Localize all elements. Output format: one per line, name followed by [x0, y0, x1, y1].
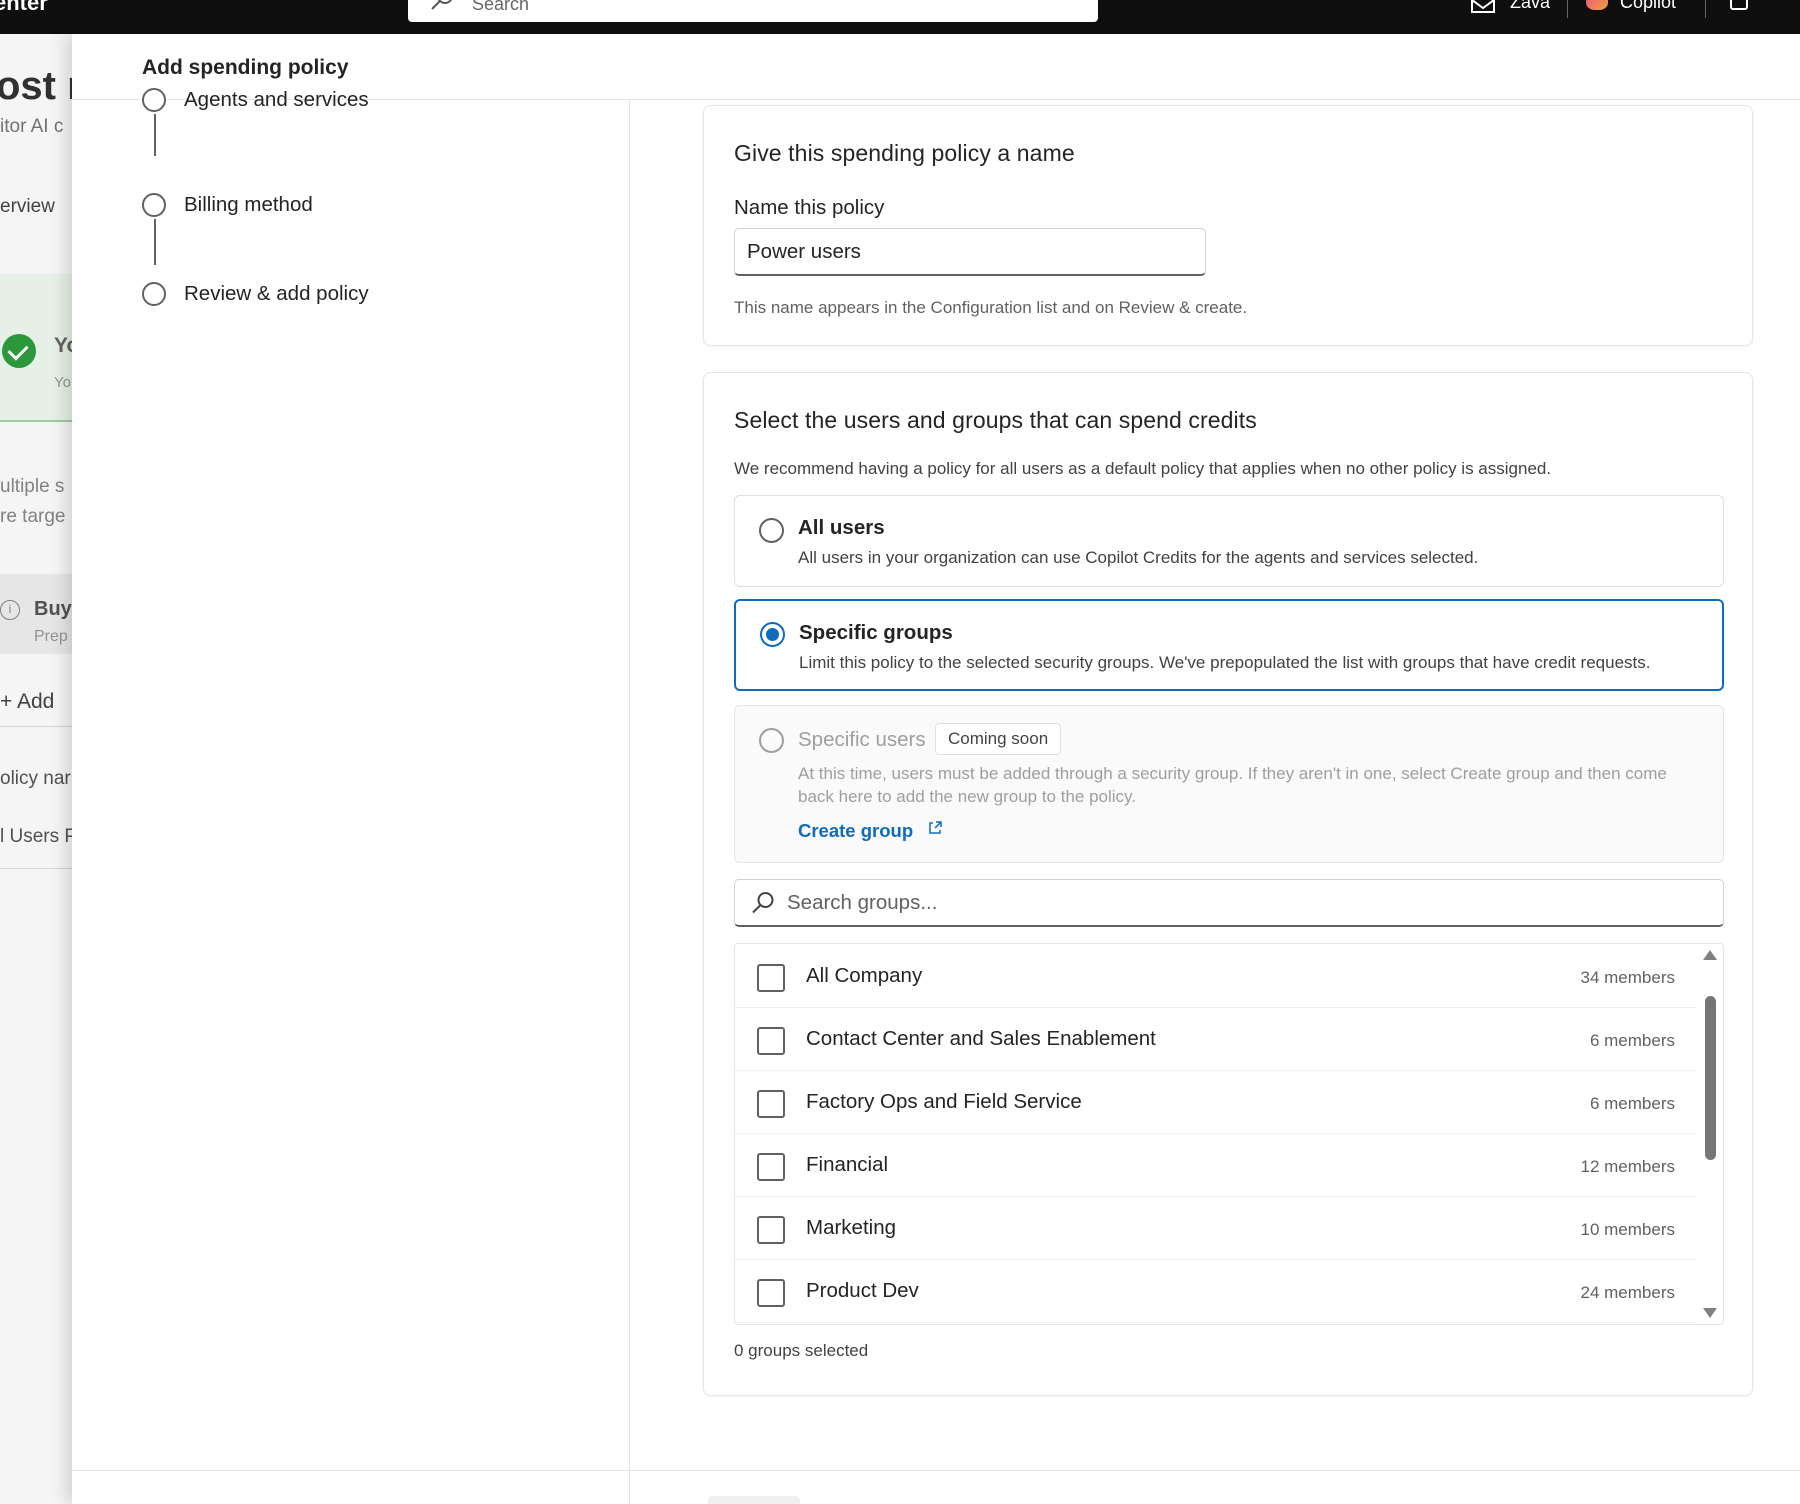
group-member-count: 12 members [1580, 1157, 1675, 1176]
option-description: All users in your organization can use C… [798, 548, 1479, 567]
group-member-count: 6 members [1589, 1094, 1675, 1113]
global-search-placeholder: Search [472, 0, 530, 14]
option-specific-users: Specific users Coming soon At this time,… [734, 705, 1724, 863]
groups-list: All Company 34 members Contact Center an… [734, 943, 1724, 1325]
group-checkbox[interactable] [757, 964, 785, 992]
side-panel-icon[interactable] [1730, 0, 1748, 10]
search-icon [751, 891, 775, 920]
group-name: Contact Center and Sales Enablement [806, 1027, 1156, 1050]
scroll-up-arrow-icon[interactable] [1703, 950, 1717, 960]
group-row[interactable]: Contact Center and Sales Enablement 6 me… [735, 1007, 1697, 1071]
group-member-count: 34 members [1580, 968, 1675, 987]
topbar-divider [1705, 0, 1706, 18]
footer-divider [72, 1470, 1800, 1471]
global-search[interactable]: Search [408, 0, 1098, 22]
org-name[interactable]: Zava [1510, 0, 1550, 13]
group-checkbox[interactable] [757, 1216, 785, 1244]
users-groups-card: Select the users and groups that can spe… [703, 372, 1753, 1396]
open-external-icon [927, 820, 943, 841]
copilot-button[interactable]: Copilot [1620, 0, 1676, 13]
step-circle-icon [142, 282, 166, 306]
overlay-shade [0, 34, 72, 1504]
step-circle-icon [142, 88, 166, 112]
scroll-down-arrow-icon[interactable] [1703, 1308, 1717, 1318]
group-row[interactable]: Factory Ops and Field Service 6 members [735, 1070, 1697, 1134]
top-bar: enter Search Zava Copilot [0, 0, 1800, 34]
step-label: Review & add policy [184, 282, 369, 305]
group-row[interactable]: Financial 12 members [735, 1133, 1697, 1197]
footer-button[interactable] [708, 1496, 800, 1504]
option-title: Specific users [798, 728, 926, 751]
topbar-divider [1567, 0, 1568, 18]
specific-users-radio [759, 728, 784, 753]
group-row[interactable]: Marketing 10 members [735, 1196, 1697, 1260]
group-member-count: 6 members [1589, 1031, 1675, 1050]
coming-soon-badge: Coming soon [935, 723, 1062, 755]
group-name: Financial [806, 1153, 889, 1176]
option-title: All users [798, 516, 885, 539]
group-checkbox[interactable] [757, 1279, 785, 1307]
option-title: Specific groups [799, 621, 953, 644]
search-groups-field[interactable] [734, 879, 1724, 927]
option-specific-groups[interactable]: Specific groups Limit this policy to the… [734, 599, 1724, 691]
group-name: Factory Ops and Field Service [806, 1090, 1082, 1113]
app-name: enter [0, 0, 48, 15]
policy-name-heading: Give this spending policy a name [734, 140, 1075, 166]
panel-title: Add spending policy [142, 56, 349, 79]
groups-list-scrollbar[interactable] [1697, 944, 1723, 1324]
step-review-and-add-policy[interactable]: Review & add policy [142, 282, 542, 312]
option-description: At this time, users must be added throug… [798, 764, 1667, 806]
org-icon [1470, 0, 1496, 19]
step-connector [154, 114, 156, 156]
group-row[interactable]: Product Dev 24 members [735, 1259, 1697, 1323]
groups-selected-count: 0 groups selected [734, 1341, 869, 1360]
add-spending-policy-panel: Add spending policy Agents and services … [72, 34, 1800, 1504]
group-checkbox[interactable] [757, 1090, 785, 1118]
group-row[interactable]: All Company 34 members [735, 944, 1697, 1008]
users-groups-heading: Select the users and groups that can spe… [734, 407, 1257, 433]
step-circle-icon [142, 193, 166, 217]
search-icon [430, 0, 454, 17]
policy-name-label: Name this policy [734, 196, 885, 219]
group-member-count: 24 members [1580, 1283, 1675, 1302]
group-name: All Company [806, 964, 923, 987]
specific-groups-radio[interactable] [760, 622, 785, 647]
step-billing-method[interactable]: Billing method [142, 193, 542, 223]
wizard-stepper: Agents and services Billing method Revie… [72, 88, 630, 1504]
policy-name-hint: This name appears in the Configuration l… [734, 298, 1248, 317]
search-groups-input[interactable] [787, 888, 1687, 918]
step-label: Billing method [184, 193, 313, 216]
group-name: Product Dev [806, 1279, 919, 1302]
group-member-count: 10 members [1580, 1220, 1675, 1239]
policy-name-card: Give this spending policy a name Name th… [703, 105, 1753, 346]
all-users-radio[interactable] [759, 518, 784, 543]
step-agents-and-services[interactable]: Agents and services [142, 88, 542, 118]
scrollbar-thumb[interactable] [1705, 996, 1716, 1160]
group-checkbox[interactable] [757, 1153, 785, 1181]
group-name: Marketing [806, 1216, 897, 1239]
step-connector [154, 219, 156, 265]
option-description: Limit this policy to the selected securi… [799, 653, 1651, 672]
option-all-users[interactable]: All users All users in your organization… [734, 495, 1724, 587]
policy-name-input[interactable] [734, 228, 1206, 276]
create-group-link[interactable]: Create group [798, 820, 913, 842]
step-label: Agents and services [184, 88, 369, 111]
copilot-icon [1586, 0, 1608, 10]
group-checkbox[interactable] [757, 1027, 785, 1055]
users-groups-description: We recommend having a policy for all use… [734, 459, 1552, 478]
